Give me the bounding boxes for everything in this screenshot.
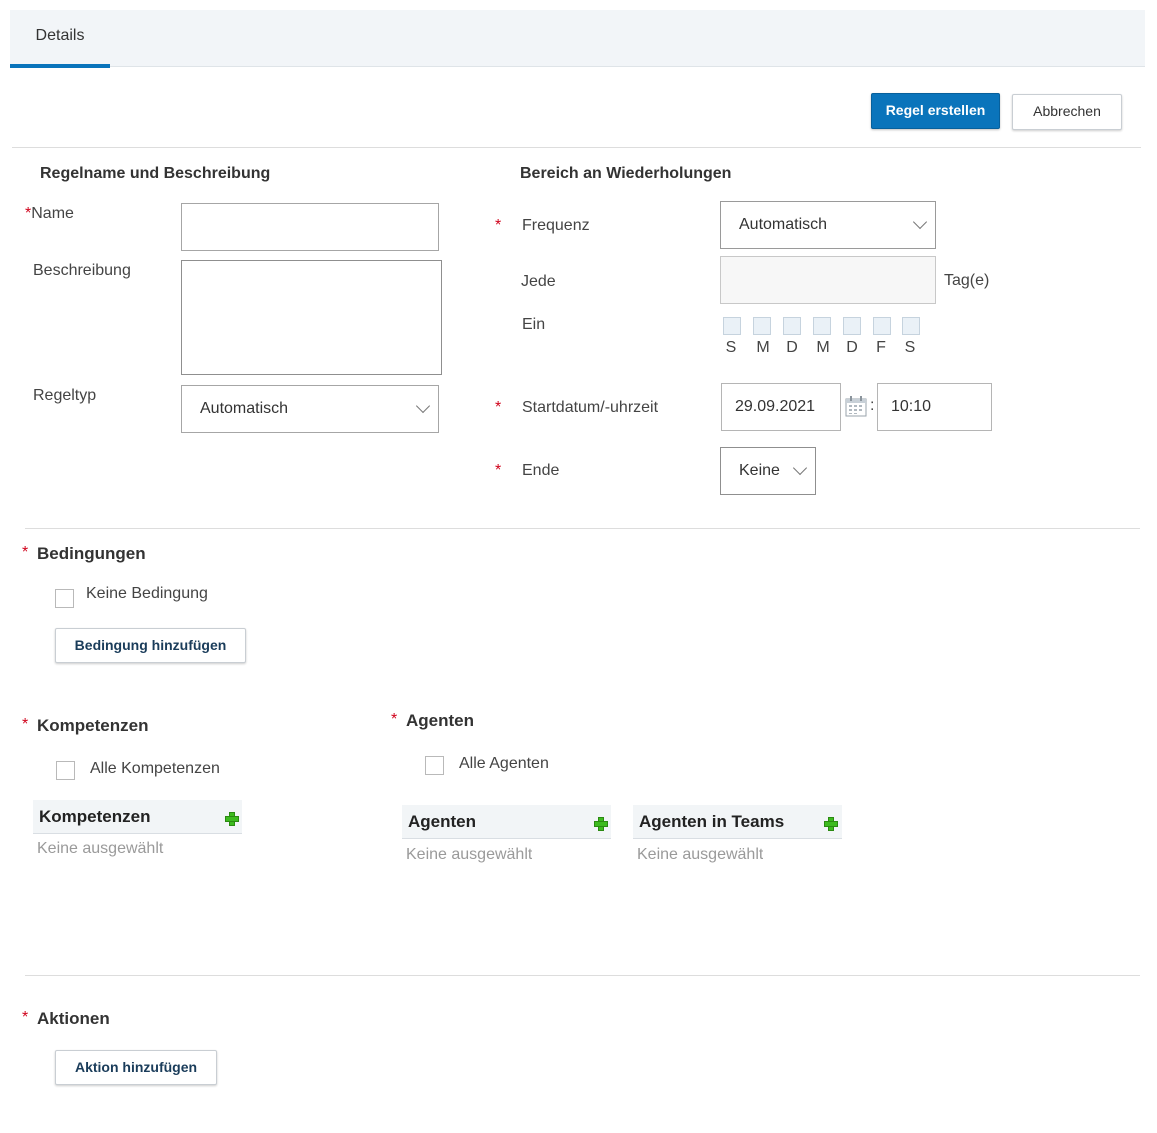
description-textarea[interactable]: [181, 260, 442, 375]
agent-teams-empty-text: Keine ausgewählt: [637, 846, 764, 863]
no-condition-checkbox[interactable]: [55, 589, 74, 608]
day-checkbox-sunday[interactable]: [723, 317, 741, 335]
frequency-value: Automatisch: [739, 216, 828, 233]
all-skills-checkbox[interactable]: [56, 761, 75, 780]
all-skills-label: Alle Kompetenzen: [90, 760, 220, 777]
required-marker: *: [22, 716, 29, 733]
name-label-text: Name: [31, 205, 74, 222]
actions-title: Aktionen: [37, 1009, 110, 1028]
required-marker: *: [22, 544, 29, 561]
day-letter: F: [876, 339, 886, 356]
tab-details-label: Details: [35, 27, 85, 44]
create-rule-button[interactable]: Regel erstellen: [871, 93, 1000, 129]
day-checkbox-monday[interactable]: [753, 317, 771, 335]
required-marker: *: [22, 1009, 29, 1026]
tab-details[interactable]: Details: [10, 10, 110, 68]
all-agents-label: Alle Agenten: [459, 755, 549, 772]
day-checkbox-saturday[interactable]: [902, 317, 920, 335]
active-tab-indicator: [10, 64, 110, 68]
name-label: *Name: [25, 205, 74, 223]
all-agents-checkbox[interactable]: [425, 756, 444, 775]
start-datetime-label: Startdatum/-uhrzeit: [522, 399, 659, 416]
required-marker: *: [495, 217, 502, 234]
agents-grid-header-label: Agenten: [408, 812, 476, 831]
start-time-input[interactable]: 10:10: [877, 383, 992, 431]
skills-grid-header-label: Kompetenzen: [39, 807, 151, 826]
divider: [25, 975, 1140, 976]
every-input[interactable]: [720, 256, 936, 304]
start-date-value: 29.09.2021: [735, 398, 816, 415]
end-value: Keine: [739, 462, 780, 479]
end-select[interactable]: Keine: [720, 447, 816, 495]
chevron-down-icon: [912, 214, 928, 230]
agents-title: Agenten: [406, 711, 474, 730]
agents-grid-header: Agenten: [402, 805, 611, 839]
end-label: Ende: [522, 462, 560, 479]
chevron-down-icon: [415, 398, 431, 414]
day-letter: D: [846, 339, 858, 356]
conditions-title: Bedingungen: [37, 544, 146, 563]
rule-type-label: Regeltyp: [33, 387, 97, 404]
day-checkbox-friday[interactable]: [873, 317, 891, 335]
time-separator: :: [870, 397, 875, 414]
every-label: Jede: [521, 273, 556, 290]
add-condition-button[interactable]: Bedingung hinzufügen: [55, 628, 246, 663]
skills-title: Kompetenzen: [37, 716, 149, 735]
calendar-icon[interactable]: [845, 396, 867, 417]
cancel-button[interactable]: Abbrechen: [1012, 94, 1122, 130]
day-letter: S: [725, 339, 737, 356]
day-checkbox-wednesday[interactable]: [813, 317, 831, 335]
add-icon[interactable]: [824, 817, 838, 831]
add-icon[interactable]: [594, 817, 608, 831]
day-checkbox-tuesday[interactable]: [783, 317, 801, 335]
start-time-value: 10:10: [891, 398, 932, 415]
frequency-label: Frequenz: [522, 217, 590, 234]
rule-type-value: Automatisch: [200, 400, 289, 417]
tab-bar: Details: [10, 10, 1145, 68]
description-label: Beschreibung: [33, 262, 131, 279]
day-letter: D: [786, 339, 798, 356]
every-unit-label: Tag(e): [944, 272, 990, 289]
required-marker: *: [495, 399, 502, 416]
day-letter: M: [816, 339, 830, 356]
rule-section-title: Regelname und Beschreibung: [40, 165, 271, 182]
chevron-down-icon: [792, 460, 808, 476]
no-condition-label: Keine Bedingung: [86, 585, 208, 602]
frequency-select[interactable]: Automatisch: [720, 201, 936, 249]
divider: [12, 147, 1141, 148]
agent-teams-grid-header: Agenten in Teams: [633, 805, 842, 839]
day-letter: S: [904, 339, 916, 356]
add-icon[interactable]: [225, 812, 239, 826]
add-action-button[interactable]: Aktion hinzufügen: [55, 1050, 217, 1085]
day-checkbox-thursday[interactable]: [843, 317, 861, 335]
name-input[interactable]: [181, 203, 439, 251]
day-letter: M: [756, 339, 770, 356]
on-label: Ein: [522, 316, 546, 333]
skills-grid-header: Kompetenzen: [33, 800, 242, 834]
agent-teams-grid-header-label: Agenten in Teams: [639, 812, 785, 831]
start-date-input[interactable]: 29.09.2021: [721, 383, 841, 431]
rule-type-select[interactable]: Automatisch: [181, 385, 439, 433]
required-marker: *: [391, 711, 398, 728]
required-marker: *: [495, 462, 502, 479]
divider: [25, 528, 1140, 529]
skills-empty-text: Keine ausgewählt: [37, 840, 164, 857]
agents-empty-text: Keine ausgewählt: [406, 846, 533, 863]
recurrence-section-title: Bereich an Wiederholungen: [520, 165, 732, 182]
